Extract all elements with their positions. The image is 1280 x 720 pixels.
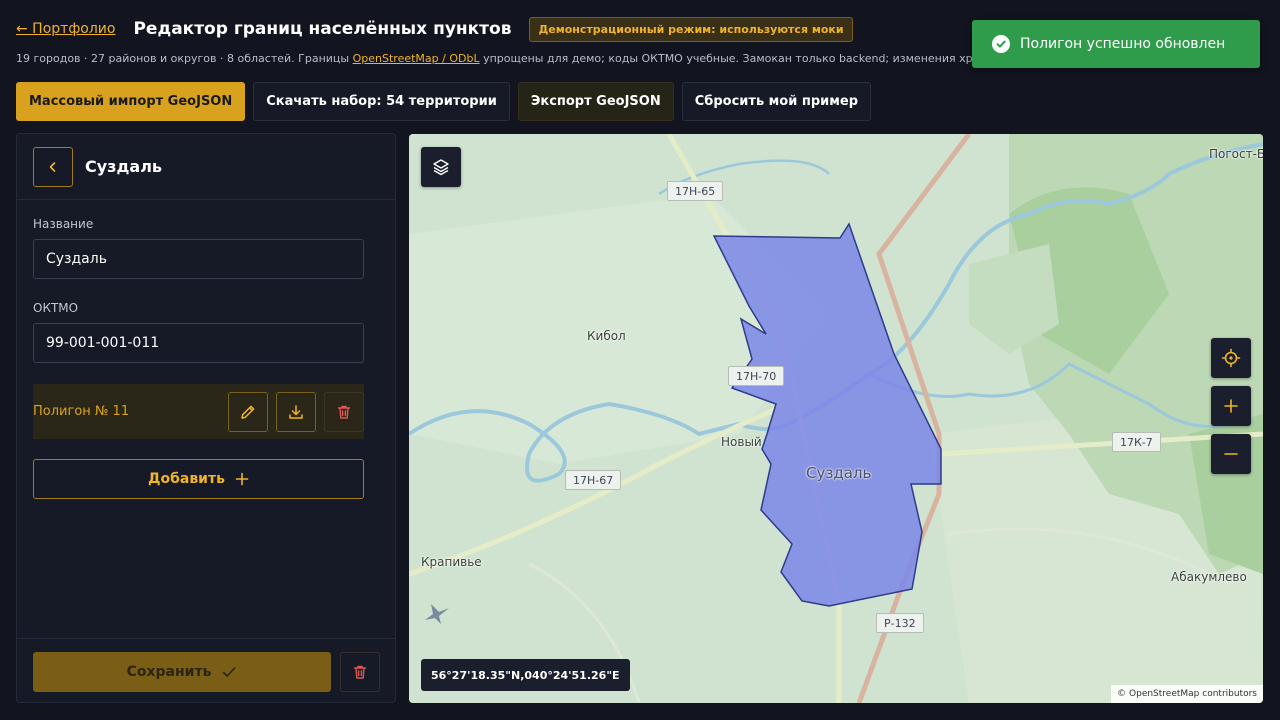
layers-icon — [433, 159, 449, 176]
subtitle-text-start: 19 городов · 27 районов и округов · 8 об… — [16, 52, 353, 65]
header: ← Портфолио Редактор границ населённых п… — [16, 14, 853, 44]
road-shield: 17Н-70 — [728, 366, 785, 386]
check-circle-icon — [992, 35, 1010, 53]
edit-polygon-button[interactable] — [228, 391, 268, 432]
back-to-portfolio-link[interactable]: ← Портфолио — [16, 21, 115, 37]
name-input[interactable]: Суздаль — [33, 239, 364, 279]
place-label: Кибол — [587, 329, 626, 343]
subtitle-text-end: упрощены для демо; коды ОКТМО учебные. З… — [479, 52, 976, 65]
map-base-layer — [409, 134, 1263, 703]
page-title: Редактор границ населённых пунктов — [133, 19, 512, 39]
panel-title: Суздаль — [85, 157, 163, 176]
download-set-button[interactable]: Скачать набор: 54 территории — [253, 82, 510, 121]
plus-icon — [235, 472, 249, 486]
territory-editor-panel: Суздаль Название Суздаль ОКТМО 99-001-00… — [16, 133, 396, 703]
place-label: Абакумлево — [1171, 570, 1247, 584]
toast-message: Полигон успешно обновлен — [1020, 36, 1226, 52]
road-shield: 17Н-67 — [565, 470, 622, 490]
oktmo-input[interactable]: 99-001-001-011 — [33, 323, 364, 363]
delete-polygon-button[interactable] — [324, 391, 364, 432]
add-polygon-button[interactable]: Добавить — [33, 459, 364, 499]
bulk-import-button[interactable]: Массовый импорт GeoJSON — [16, 82, 246, 121]
zoom-in-button[interactable] — [1211, 386, 1251, 426]
zoom-out-button[interactable] — [1211, 434, 1251, 474]
trash-icon — [337, 405, 351, 419]
check-icon — [223, 667, 236, 677]
reset-example-button[interactable]: Сбросить мой пример — [681, 82, 872, 121]
road-shield: Р-132 — [876, 613, 924, 633]
road-shield: 17К-7 — [1112, 432, 1161, 452]
add-button-label: Добавить — [148, 471, 225, 487]
layers-button[interactable] — [421, 147, 461, 187]
demo-mode-badge: Демонстрационный режим: используются мок… — [529, 16, 853, 42]
panel-footer: Сохранить — [17, 638, 395, 702]
polygon-name: Полигон № 11 — [33, 404, 130, 419]
toolbar: Массовый импорт GeoJSON Скачать набор: 5… — [16, 82, 872, 121]
crosshair-icon — [1221, 348, 1241, 368]
oktmo-label: ОКТМО — [33, 301, 79, 315]
plus-icon — [1224, 399, 1238, 413]
cursor-coordinates: 56°27'18.35"N,040°24'51.26"E — [421, 659, 630, 691]
locate-button[interactable] — [1211, 338, 1251, 378]
map-attribution[interactable]: © OpenStreetMap contributors — [1111, 685, 1263, 703]
page-subtitle: 19 городов · 27 районов и округов · 8 об… — [16, 52, 976, 65]
trash-icon — [353, 665, 367, 679]
place-label: Суздаль — [806, 464, 872, 482]
save-button-label: Сохранить — [126, 664, 212, 680]
success-toast[interactable]: Полигон успешно обновлен — [972, 20, 1260, 68]
minus-icon — [1224, 453, 1238, 455]
panel-header: Суздаль — [17, 134, 395, 200]
road-shield: 17Н-65 — [667, 181, 724, 201]
back-button[interactable] — [33, 146, 73, 187]
delete-territory-button[interactable] — [340, 652, 380, 692]
download-icon — [289, 404, 303, 419]
export-geojson-button[interactable]: Экспорт GeoJSON — [517, 82, 674, 121]
place-label: Новый — [721, 435, 762, 449]
map-view[interactable]: Погост-Б Кибол Новый Суздаль Крапивье Аб… — [409, 134, 1263, 703]
osm-license-link[interactable]: OpenStreetMap / ODbL — [353, 52, 480, 65]
name-label: Название — [33, 217, 94, 231]
polygon-list-item[interactable]: Полигон № 11 — [33, 384, 364, 439]
place-label: Погост-Б — [1209, 147, 1263, 161]
chevron-left-icon — [49, 161, 56, 172]
pencil-icon — [241, 405, 255, 419]
save-button[interactable]: Сохранить — [33, 652, 331, 692]
place-label: Крапивье — [421, 555, 482, 569]
download-polygon-button[interactable] — [276, 391, 316, 432]
